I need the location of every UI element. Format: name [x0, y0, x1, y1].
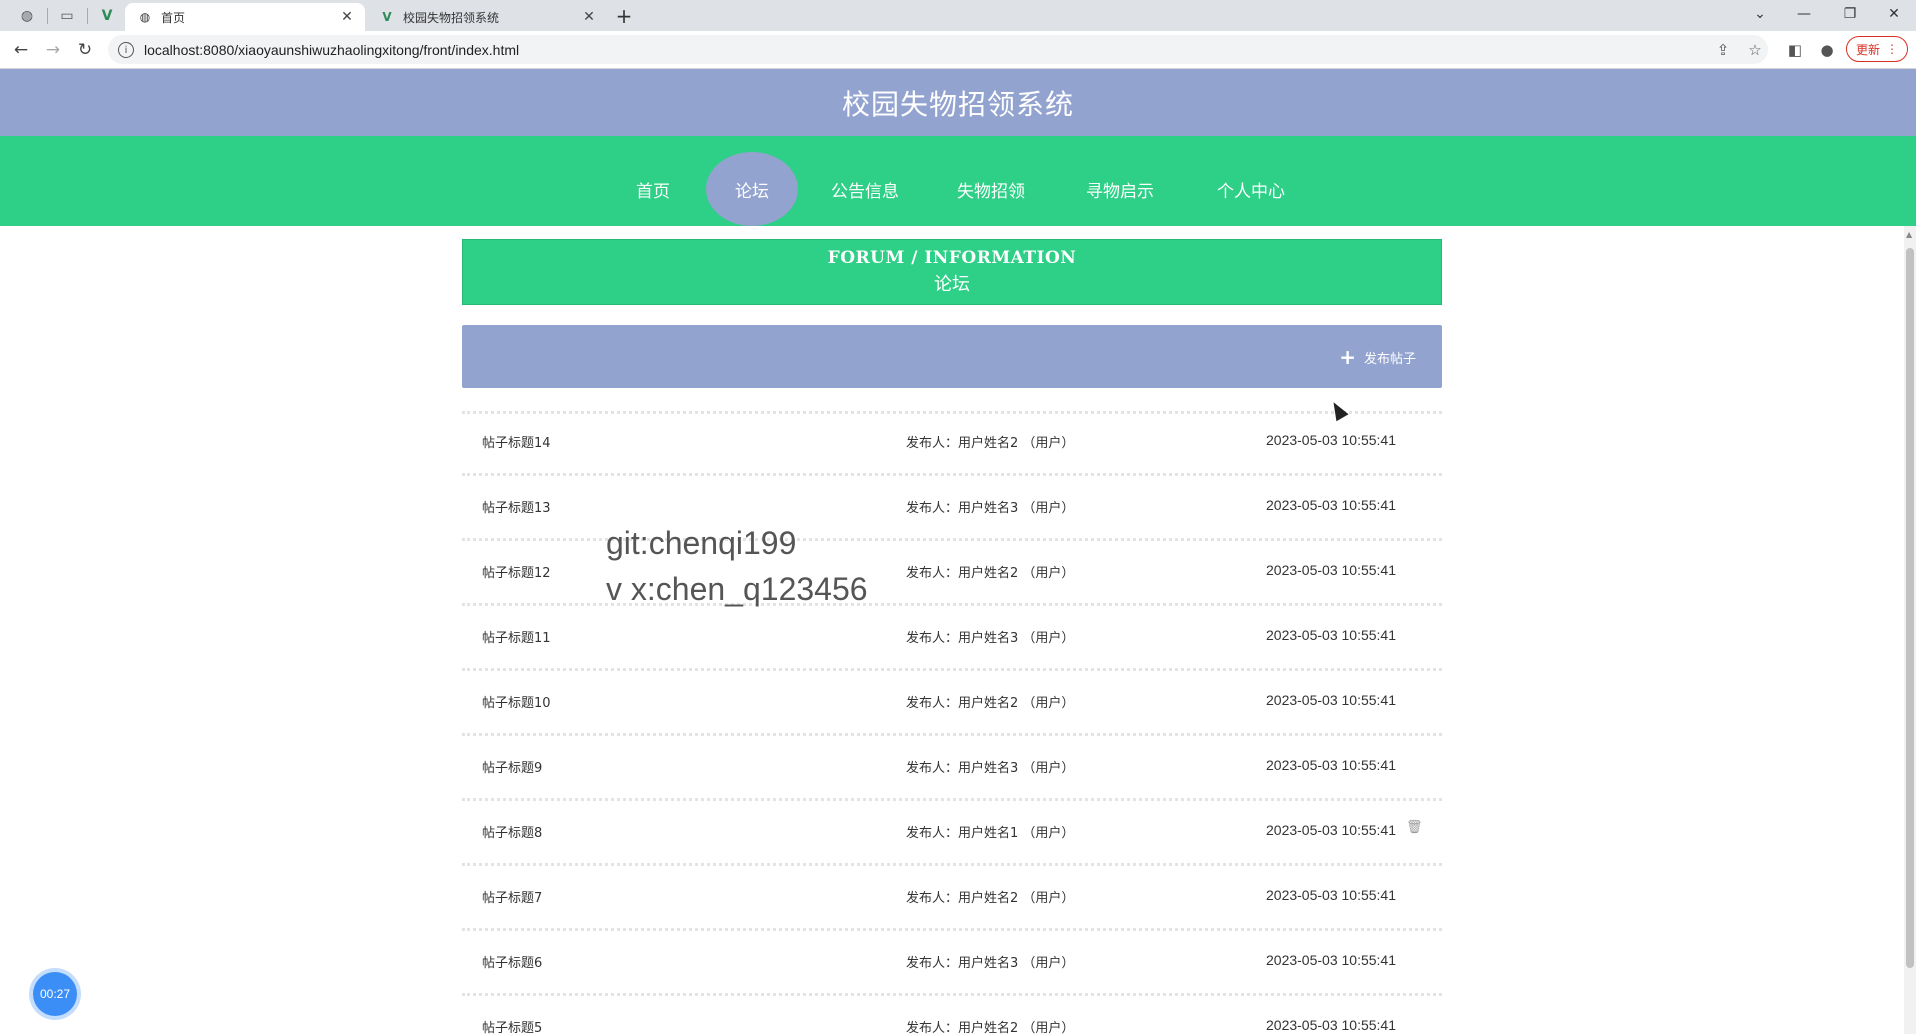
post-author: 发布人：用户姓名1 （用户）: [906, 826, 1075, 841]
post-title[interactable]: 帖子标题7: [482, 887, 542, 906]
post-title[interactable]: 帖子标题6: [482, 952, 542, 971]
forum-banner: FORUM / INFORMATION 论坛: [462, 239, 1442, 305]
window-close-button[interactable]: ✕: [1872, 0, 1916, 28]
new-tab-button[interactable]: +: [610, 3, 638, 29]
post-title[interactable]: 帖子标题11: [482, 627, 551, 646]
post-time: 2023-05-03 10:55:41: [1266, 1017, 1396, 1033]
page-scrollbar-thumb[interactable]: [1906, 248, 1914, 968]
post-author: 发布人：用户姓名3 （用户）: [906, 761, 1075, 776]
restore-button[interactable]: ❐: [1828, 0, 1872, 28]
post-time: 2023-05-03 10:55:41: [1266, 952, 1396, 968]
post-row[interactable]: 帖子标题14 发布人：用户姓名2 （用户） 2023-05-03 10:55:4…: [462, 410, 1442, 473]
post-author: 发布人：用户姓名2 （用户）: [906, 696, 1075, 711]
tab-separator: [47, 8, 48, 24]
post-time: 2023-05-03 10:55:41: [1266, 757, 1396, 773]
pinned-tab-vue-icon[interactable]: V: [92, 4, 122, 28]
minimize-button[interactable]: —: [1782, 0, 1826, 28]
post-title[interactable]: 帖子标题12: [482, 562, 551, 581]
post-author: 发布人：用户姓名2 （用户）: [906, 436, 1075, 451]
post-author: 发布人：用户姓名2 （用户）: [906, 891, 1075, 906]
post-title[interactable]: 帖子标题14: [482, 432, 551, 451]
post-author: 发布人：用户姓名3 （用户）: [906, 501, 1075, 516]
post-author: 发布人：用户姓名3 （用户）: [906, 631, 1075, 646]
watermark-line-2: v x:chen_q123456: [606, 571, 868, 607]
reload-icon[interactable]: ↻: [72, 37, 98, 63]
post-time: 2023-05-03 10:55:41: [1266, 887, 1396, 903]
site-header: 校园失物招领系统: [0, 69, 1916, 136]
tab-label: 首页: [161, 10, 186, 25]
nav-personal-center[interactable]: 个人中心: [1206, 152, 1296, 226]
post-row[interactable]: 帖子标题8 发布人：用户姓名1 （用户） 2023-05-03 10:55:41…: [462, 800, 1442, 863]
globe-icon: ◍: [139, 10, 151, 24]
watermark-line-1: git:chenqi199: [606, 525, 797, 561]
close-icon[interactable]: ✕: [579, 9, 599, 25]
more-menu-icon: ⋮: [1886, 42, 1898, 56]
post-row[interactable]: 帖子标题9 发布人：用户姓名3 （用户） 2023-05-03 10:55:41: [462, 735, 1442, 798]
bookmark-star-icon[interactable]: ☆: [1742, 37, 1768, 63]
address-bar[interactable]: i localhost:8080/xiaoyaunshiwuzhaolingxi…: [108, 35, 1768, 64]
side-panel-icon[interactable]: ◧: [1782, 37, 1808, 63]
plus-icon: +: [1339, 345, 1356, 369]
banner-english-title: FORUM / INFORMATION: [827, 248, 1077, 268]
update-button[interactable]: 更新 ⋮: [1846, 36, 1908, 62]
nav-announcements[interactable]: 公告信息: [820, 152, 910, 226]
forum-action-bar: + 发布帖子: [462, 325, 1442, 388]
post-row[interactable]: 帖子标题11 发布人：用户姓名3 （用户） 2023-05-03 10:55:4…: [462, 605, 1442, 668]
trash-icon[interactable]: 🗑: [1406, 820, 1423, 835]
post-title[interactable]: 帖子标题13: [482, 497, 551, 516]
nav-lost-found[interactable]: 失物招领: [946, 152, 1036, 226]
post-time: 2023-05-03 10:55:41: [1266, 627, 1396, 643]
post-title[interactable]: 帖子标题5: [482, 1017, 542, 1034]
post-time: 2023-05-03 10:55:41: [1266, 692, 1396, 708]
publish-post-button[interactable]: + 发布帖子: [1339, 347, 1416, 367]
back-arrow-icon[interactable]: ←: [8, 37, 34, 63]
post-time: 2023-05-03 10:55:41: [1266, 562, 1396, 578]
post-time: 2023-05-03 10:55:41: [1266, 822, 1396, 838]
post-row[interactable]: 帖子标题7 发布人：用户姓名2 （用户） 2023-05-03 10:55:41: [462, 865, 1442, 928]
post-title[interactable]: 帖子标题8: [482, 822, 542, 841]
share-icon[interactable]: ⇪: [1710, 37, 1736, 63]
post-author: 发布人：用户姓名2 （用户）: [906, 1021, 1075, 1034]
post-row[interactable]: 帖子标题10 发布人：用户姓名2 （用户） 2023-05-03 10:55:4…: [462, 670, 1442, 733]
site-info-icon[interactable]: i: [118, 41, 134, 58]
post-title[interactable]: 帖子标题10: [482, 692, 551, 711]
tab-separator: [87, 8, 88, 24]
tab-home[interactable]: ◍ 首页 ✕: [125, 3, 365, 31]
browser-tab-strip: ◍ ▭ V ◍ 首页 ✕ V 校园失物招领系统 ✕ + ⌄ — ❐ ✕: [0, 0, 1916, 31]
close-icon[interactable]: ✕: [337, 9, 357, 25]
tab-lost-found[interactable]: V 校园失物招领系统 ✕: [367, 3, 607, 31]
scroll-up-arrow-icon[interactable]: ▲: [1906, 230, 1912, 239]
pinned-tab-globe-icon[interactable]: ◍: [12, 4, 42, 28]
main-nav: 首页 论坛 公告信息 失物招领 寻物启示 个人中心: [0, 136, 1916, 226]
publish-post-label: 发布帖子: [1363, 351, 1416, 367]
watermark-text: git:chenqi199 v x:chen_q123456: [606, 520, 868, 612]
post-title[interactable]: 帖子标题9: [482, 757, 542, 776]
site-title: 校园失物招领系统: [841, 87, 1074, 121]
post-author: 发布人：用户姓名3 （用户）: [906, 956, 1075, 971]
pinned-tab-blank-icon[interactable]: ▭: [52, 4, 82, 28]
post-author: 发布人：用户姓名2 （用户）: [906, 566, 1075, 581]
banner-chinese-title: 论坛: [934, 274, 970, 295]
nav-home[interactable]: 首页: [620, 152, 686, 226]
profile-avatar-icon[interactable]: ●: [1814, 37, 1840, 63]
post-time: 2023-05-03 10:55:41: [1266, 432, 1396, 448]
post-row[interactable]: 帖子标题5 发布人：用户姓名2 （用户） 2023-05-03 10:55:41: [462, 995, 1442, 1034]
browser-toolbar: ← → ↻ i localhost:8080/xiaoyaunshiwuzhao…: [0, 31, 1916, 69]
forward-arrow-icon[interactable]: →: [40, 37, 66, 63]
post-time: 2023-05-03 10:55:41: [1266, 497, 1396, 513]
nav-found-notices[interactable]: 寻物启示: [1075, 152, 1165, 226]
update-label: 更新: [1855, 42, 1880, 57]
recording-timer-label: 00:27: [39, 987, 71, 1001]
recording-timer[interactable]: 00:27: [33, 972, 77, 1016]
post-row[interactable]: 帖子标题6 发布人：用户姓名3 （用户） 2023-05-03 10:55:41: [462, 930, 1442, 993]
nav-forum[interactable]: 论坛: [706, 152, 798, 226]
tab-label: 校园失物招领系统: [403, 10, 500, 25]
tab-search-chevron-icon[interactable]: ⌄: [1738, 0, 1782, 28]
url-text: localhost:8080/xiaoyaunshiwuzhaolingxito…: [144, 41, 520, 58]
vue-icon: V: [382, 10, 392, 24]
